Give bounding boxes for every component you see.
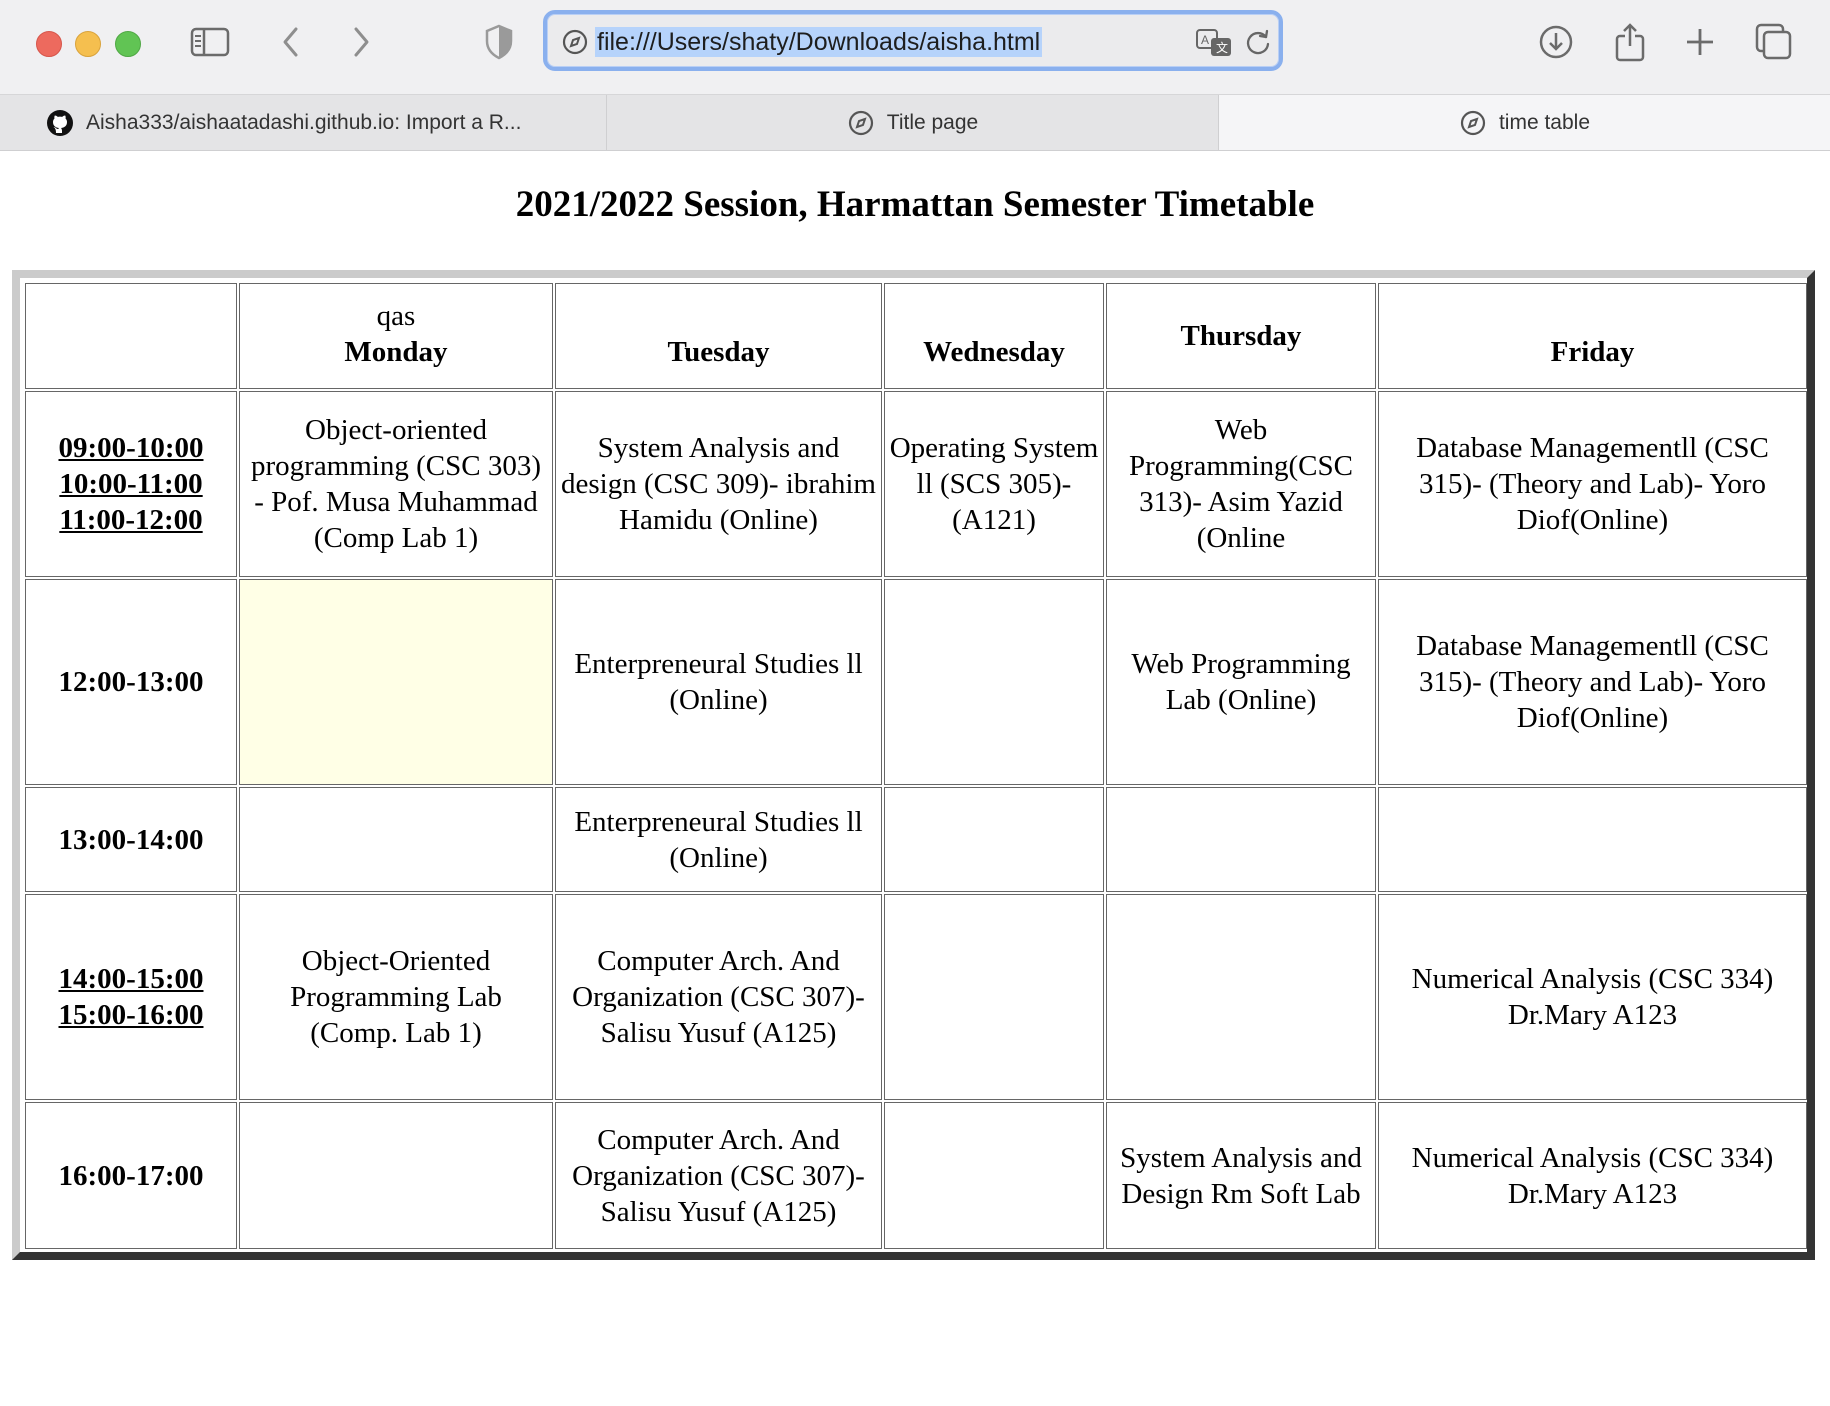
friday-cell: Database Managementll (CSC 315)- (Theory… [1378,579,1807,785]
time-cell: 13:00-14:00 [25,787,237,892]
tuesday-cell: System Analysis and design (CSC 309)- ib… [555,391,882,577]
friday-cell: Numerical Analysis (CSC 334) Dr.Mary A12… [1378,1102,1807,1249]
timetable-frame: qas Monday Tuesday Wednesday Thursday Fr… [12,270,1815,1260]
privacy-shield-icon[interactable] [479,22,519,62]
monday-note: qas [376,300,416,332]
back-chevron-icon[interactable] [271,22,311,62]
thursday-cell: Web Programming(CSC 313)- Asim Yazid (On… [1106,391,1376,577]
table-row: 12:00-13:00 Enterpreneural Studies ll (O… [25,579,1807,785]
wednesday-cell [884,787,1104,892]
page-title: 2021/2022 Session, Harmattan Semester Ti… [515,184,1315,225]
compass-icon [1459,109,1487,137]
svg-text:文: 文 [1216,40,1228,55]
time-link[interactable]: 15:00-16:00 [30,997,232,1033]
browser-toolbar: file:///Users/shaty/Downloads/aisha.html… [0,0,1830,95]
time-cell: 14:00-15:00 15:00-16:00 [25,894,237,1100]
time-cell: 16:00-17:00 [25,1102,237,1249]
zoom-window-button[interactable] [115,31,141,57]
monday-cell [239,1102,553,1249]
time-link[interactable]: 09:00-10:00 [30,430,232,466]
time-cell: 09:00-10:00 10:00-11:00 11:00-12:00 [25,391,237,577]
downloads-icon[interactable] [1536,22,1576,62]
tuesday-cell: Computer Arch. And Organization (CSC 307… [555,1102,882,1249]
forward-chevron-icon[interactable] [341,22,381,62]
minimize-window-button[interactable] [75,31,101,57]
thursday-cell: System Analysis and Design Rm Soft Lab [1106,1102,1376,1249]
time-link[interactable]: 10:00-11:00 [30,466,232,502]
header-wednesday: Wednesday [884,283,1104,389]
wednesday-cell [884,579,1104,785]
time-link[interactable]: 11:00-12:00 [30,502,232,538]
tab-github[interactable]: Aisha333/aishaatadashi.github.io: Import… [0,95,607,150]
translate-icon[interactable]: A文 [1195,28,1233,63]
time-link[interactable]: 14:00-15:00 [30,961,232,997]
tab-time-table[interactable]: time table [1219,95,1830,150]
header-monday: qas Monday [239,283,553,389]
address-bar[interactable]: file:///Users/shaty/Downloads/aisha.html… [543,10,1283,71]
url-text[interactable]: file:///Users/shaty/Downloads/aisha.html [595,27,1043,57]
reload-icon[interactable] [1244,28,1272,61]
monday-label: Monday [344,336,448,368]
svg-text:A: A [1201,33,1209,47]
new-tab-plus-icon[interactable] [1680,22,1720,62]
header-row: qas Monday Tuesday Wednesday Thursday Fr… [25,283,1807,389]
tab-label: time table [1498,110,1591,134]
sidebar-toggle-icon[interactable] [190,22,230,62]
header-friday: Friday [1378,283,1807,389]
tab-label: Aisha333/aishaatadashi.github.io: Import… [86,110,522,134]
header-blank-cell [25,283,237,389]
thursday-cell [1106,894,1376,1100]
monday-cell: Object-oriented programming (CSC 303) - … [239,391,553,577]
table-row: 14:00-15:00 15:00-16:00 Object-Oriented … [25,894,1807,1100]
monday-cell: Object-Oriented Programming Lab (Comp. L… [239,894,553,1100]
tab-overview-icon[interactable] [1754,22,1794,62]
monday-cell [239,579,553,785]
tuesday-cell: Enterpreneural Studies ll (Online) [555,579,882,785]
header-tuesday: Tuesday [555,283,882,389]
friday-cell [1378,787,1807,892]
thursday-cell [1106,787,1376,892]
wednesday-cell [884,1102,1104,1249]
close-window-button[interactable] [36,31,62,57]
wednesday-cell [884,894,1104,1100]
compass-icon [847,109,875,137]
time-cell: 12:00-13:00 [25,579,237,785]
header-thursday: Thursday [1106,283,1376,389]
table-row: 16:00-17:00 Computer Arch. And Organizat… [25,1102,1807,1249]
tuesday-cell: Computer Arch. And Organization (CSC 307… [555,894,882,1100]
wednesday-cell: Operating System ll (SCS 305)- (A121) [884,391,1104,577]
friday-cell: Numerical Analysis (CSC 334) Dr.Mary A12… [1378,894,1807,1100]
compass-icon [561,28,589,61]
tab-label: Title page [886,110,979,134]
friday-cell: Database Managementll (CSC 315)- (Theory… [1378,391,1807,577]
github-icon [46,109,74,137]
share-icon[interactable] [1610,22,1650,62]
thursday-cell: Web Programming Lab (Online) [1106,579,1376,785]
timetable: qas Monday Tuesday Wednesday Thursday Fr… [23,281,1809,1251]
table-row: 09:00-10:00 10:00-11:00 11:00-12:00 Obje… [25,391,1807,577]
table-row: 13:00-14:00 Enterpreneural Studies ll (O… [25,787,1807,892]
tuesday-cell: Enterpreneural Studies ll (Online) [555,787,882,892]
tab-bar: Aisha333/aishaatadashi.github.io: Import… [0,95,1830,151]
tab-title-page[interactable]: Title page [607,95,1219,150]
monday-cell [239,787,553,892]
